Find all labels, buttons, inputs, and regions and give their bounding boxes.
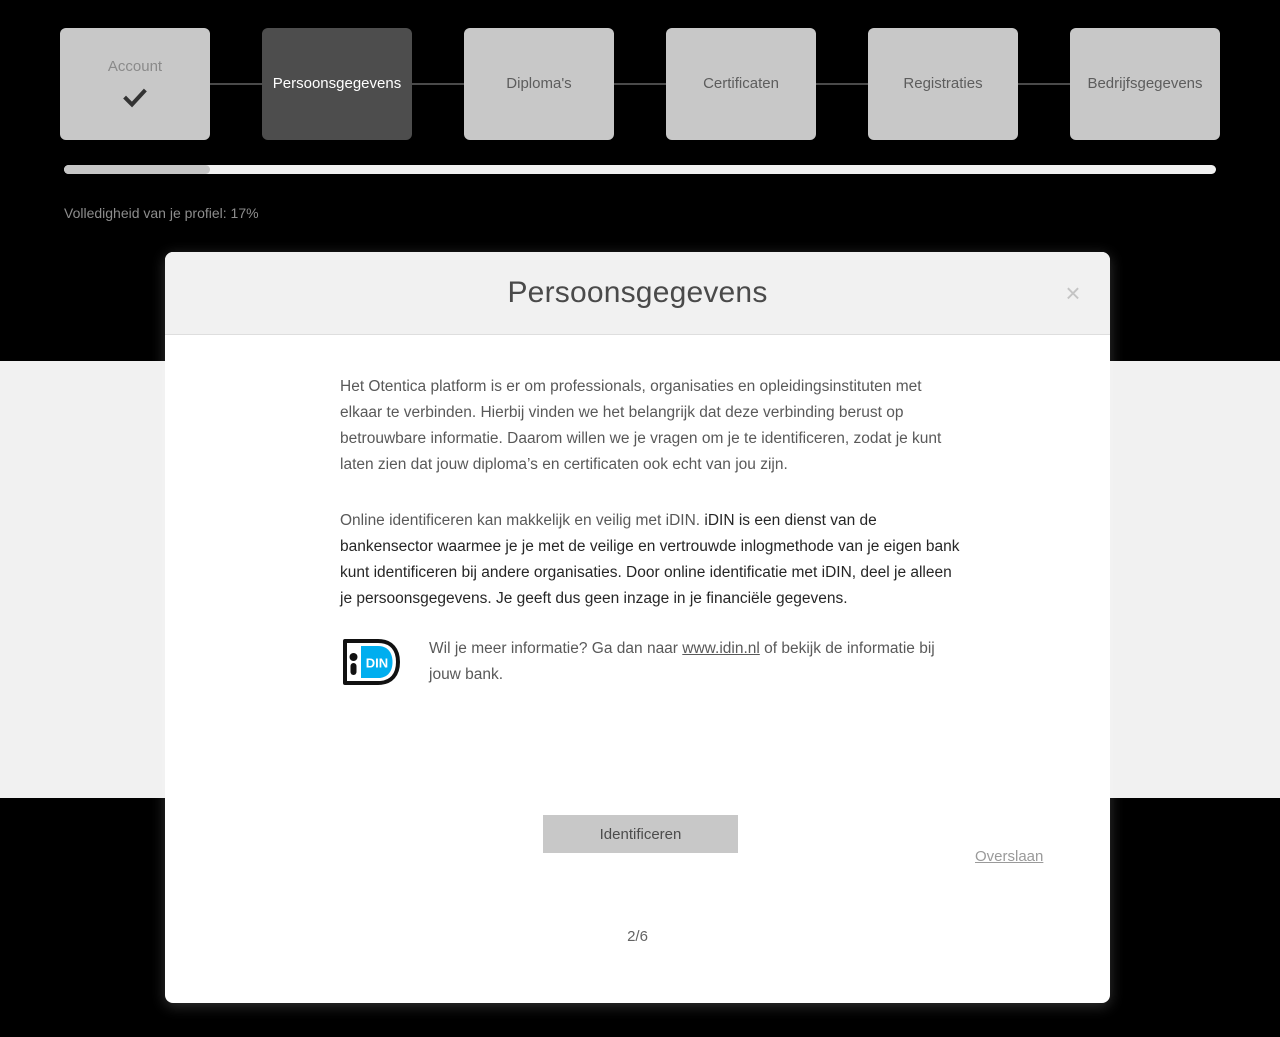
stepper-step-label: Bedrijfsgegevens [1087,75,1203,92]
page-root: Account Persoonsgegevens Diploma's Certi… [0,0,1280,1037]
modal-header: Persoonsgegevens × [165,252,1110,335]
modal-actions: Identificeren Overslaan [165,815,1110,865]
profile-progress-bar [64,165,1216,174]
persoonsgegevens-modal: Persoonsgegevens × Het Otentica platform… [165,252,1110,1003]
intro-paragraph: Het Otentica platform is er om professio… [340,378,942,473]
stepper-step-diplomas[interactable]: Diploma's [464,28,614,140]
check-icon [123,88,147,107]
onboarding-stepper: Account Persoonsgegevens Diploma's Certi… [60,28,1220,140]
idin-logo: DIN [343,639,400,685]
stepper-connector [412,83,464,85]
close-icon[interactable]: × [1058,278,1088,308]
idin-explanation-lead: Online identificeren kan makkelijk en ve… [340,512,701,529]
stepper-connector [210,83,262,85]
idin-text-before: Wil je meer informatie? Ga dan naar [429,640,683,657]
stepper-step-account[interactable]: Account [60,28,210,140]
idin-explanation-paragraph: Online identificeren kan makkelijk en ve… [340,508,965,612]
profile-progress-fill [64,165,211,174]
stepper-step-bedrijfsgegevens[interactable]: Bedrijfsgegevens [1070,28,1220,140]
stepper-step-label: Registraties [903,75,983,92]
stepper-step-label: Persoonsgegevens [272,75,402,92]
stepper-connector [1018,83,1070,85]
stepper-step-registraties[interactable]: Registraties [868,28,1018,140]
identificeren-button[interactable]: Identificeren [543,815,738,853]
modal-step-indicator: 2/6 [627,928,648,945]
stepper-step-label: Account [107,57,163,75]
stepper-connector [816,83,868,85]
profile-progress-label: Volledigheid van je profiel: 17% [64,205,259,221]
stepper-step-persoonsgegevens[interactable]: Persoonsgegevens [262,28,412,140]
stepper-step-certificaten[interactable]: Certificaten [666,28,816,140]
overslaan-link[interactable]: Overslaan [975,848,1043,865]
stepper-connector [614,83,666,85]
stepper-step-label: Certificaten [703,75,779,92]
modal-body: Het Otentica platform is er om professio… [165,335,1110,688]
idin-info-text: Wil je meer informatie? Ga dan naar www.… [429,634,964,688]
modal-title: Persoonsgegevens [507,276,768,309]
svg-text:DIN: DIN [366,656,388,671]
idin-info-row: DIN Wil je meer informatie? Ga dan naar … [340,634,1050,688]
idin-website-link[interactable]: www.idin.nl [682,640,760,657]
stepper-step-label: Diploma's [506,75,572,92]
